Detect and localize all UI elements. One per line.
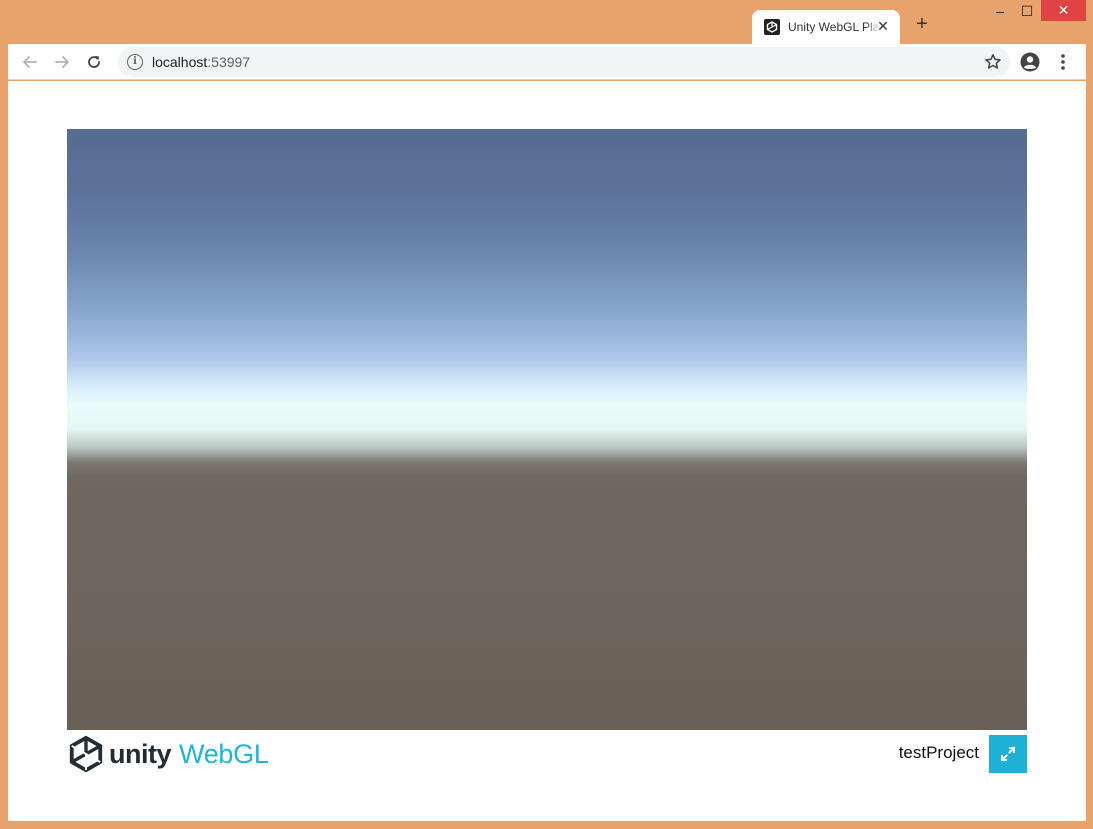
bookmark-star-icon[interactable] [984,53,1002,71]
browser-window: Unity WebGL Player | testProject ✕ + – ☐… [0,0,1093,829]
address-bar[interactable]: i localhost:53997 [118,47,1010,77]
site-info-icon[interactable]: i [127,54,143,70]
fullscreen-button[interactable] [989,735,1027,773]
url-host: localhost [152,54,208,70]
forward-button[interactable] [50,50,74,74]
minimize-button[interactable]: – [987,0,1013,22]
new-tab-button[interactable]: + [912,14,932,34]
reload-button[interactable] [82,50,106,74]
browser-toolbar: i localhost:53997 [8,44,1086,80]
reload-icon [88,56,100,68]
unity-game-canvas[interactable] [67,129,1027,730]
maximize-button[interactable]: ☐ [1013,0,1041,22]
account-icon[interactable] [1019,51,1041,73]
unity-webgl-logo: unity WebGL [67,734,269,774]
back-arrow-icon [23,56,37,68]
logo-unity-text: unity [109,738,172,769]
player-footer: unity WebGL testProject [67,734,1027,774]
tab-unity-webgl-player[interactable]: Unity WebGL Player | testProject ✕ [752,10,900,44]
title-bar: Unity WebGL Player | testProject ✕ + – ☐… [0,0,1093,44]
url-port: :53997 [207,54,251,70]
menu-kebab-icon[interactable] [1053,51,1073,73]
page-content: unity WebGL testProject [8,81,1086,821]
logo-webgl-text: WebGL [179,738,269,769]
unity-cube-logo-icon [69,735,103,773]
url-text[interactable]: localhost:53997 [152,54,250,70]
tab-close-icon[interactable]: ✕ [876,19,890,33]
forward-arrow-icon [55,56,69,68]
unity-logo-icon [764,19,780,35]
fullscreen-expand-icon [1000,746,1016,762]
project-title: testProject [898,743,979,762]
close-window-button[interactable]: ✕ [1041,0,1086,21]
back-button[interactable] [18,50,42,74]
tab-title: Unity WebGL Player | testProject [788,20,880,34]
